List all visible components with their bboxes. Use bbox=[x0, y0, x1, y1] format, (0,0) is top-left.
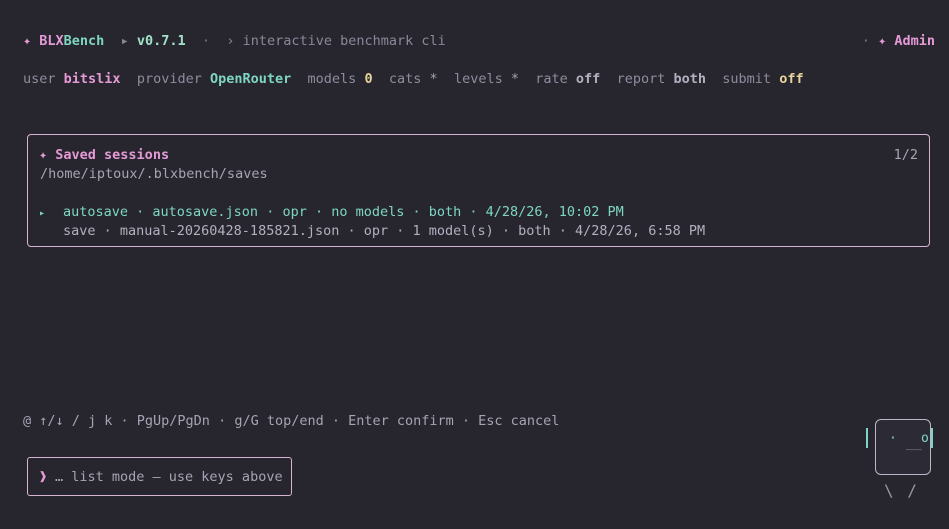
admin-separator: · bbox=[861, 33, 870, 49]
status-models-value: 0 bbox=[364, 71, 373, 87]
status-levels-key: levels bbox=[453, 71, 503, 87]
mascot-mouth: __ bbox=[906, 436, 922, 451]
admin-badge: · ✦ Admin bbox=[862, 31, 935, 51]
mascot-left-bar bbox=[866, 428, 868, 448]
sparkle-icon: ✦ bbox=[23, 33, 32, 49]
chevron-right-icon: › bbox=[226, 33, 235, 49]
status-provider-value: OpenRouter bbox=[210, 71, 292, 87]
status-provider-key: provider bbox=[136, 71, 202, 87]
brand-name-blx: BLX bbox=[39, 33, 64, 49]
status-cats-key: cats bbox=[388, 71, 422, 87]
admin-label: Admin bbox=[894, 33, 935, 49]
terminal-window: ✦ BLXBench ▸ v0.7.1 · › interactive benc… bbox=[0, 0, 949, 529]
version-label: v0.7.1 bbox=[136, 33, 186, 49]
saves-directory-path: /home/iptoux/.blxbench/saves bbox=[40, 166, 268, 182]
status-models-key: models bbox=[307, 71, 357, 87]
sparkle-icon: ✦ bbox=[39, 147, 48, 163]
status-rate-key: rate bbox=[535, 71, 568, 87]
status-levels-value: * bbox=[510, 71, 519, 87]
mascot-right-eye: o bbox=[921, 431, 929, 446]
status-report-value: both bbox=[673, 71, 707, 87]
status-rate-value: off bbox=[575, 71, 601, 87]
mascot-head: · __ o bbox=[875, 419, 931, 475]
mascot-right-bar bbox=[931, 428, 933, 448]
session-list-item[interactable]: save · manual-20260428-185821.json · opr… bbox=[39, 221, 705, 241]
robot-mascot-icon: · __ o \ / bbox=[866, 419, 936, 509]
triangle-right-icon: ▸ bbox=[120, 33, 129, 49]
panel-title: ✦ Saved sessions bbox=[39, 145, 169, 165]
session-item-text: save · manual-20260428-185821.json · opr… bbox=[63, 223, 706, 239]
session-page-counter: 1/2 bbox=[893, 147, 918, 163]
status-user-key: user bbox=[23, 71, 56, 87]
status-submit-key: submit bbox=[722, 71, 772, 87]
status-line: user bitslix provider OpenRouter models … bbox=[23, 69, 804, 89]
app-subtitle: interactive benchmark cli bbox=[242, 33, 446, 49]
session-item-text: autosave · autosave.json · opr · no mode… bbox=[63, 204, 624, 220]
keyboard-hints: @ ↑/↓ / j k · PgUp/PgDn · g/G top/end · … bbox=[23, 413, 560, 429]
status-submit-value: off bbox=[779, 71, 804, 87]
command-input-text: … list mode — use keys above bbox=[55, 469, 283, 485]
status-user-value: bitslix bbox=[63, 71, 121, 87]
header-separator: · bbox=[201, 33, 211, 49]
status-cats-value: * bbox=[429, 71, 438, 87]
mascot-left-eye: · bbox=[889, 431, 897, 446]
brand-name-bench: Bench bbox=[63, 33, 105, 49]
panel-title-label: Saved sessions bbox=[55, 147, 170, 163]
app-header: ✦ BLXBench ▸ v0.7.1 · › interactive benc… bbox=[23, 31, 446, 51]
command-input[interactable]: ❱ … list mode — use keys above bbox=[27, 457, 292, 496]
mascot-legs: \ / bbox=[884, 481, 919, 500]
saved-sessions-panel: ✦ Saved sessions 1/2 /home/iptoux/.blxbe… bbox=[27, 134, 930, 247]
sparkle-icon: ✦ bbox=[878, 33, 887, 49]
status-report-key: report bbox=[616, 71, 666, 87]
prompt-chevron-icon: ❱ bbox=[39, 469, 48, 485]
